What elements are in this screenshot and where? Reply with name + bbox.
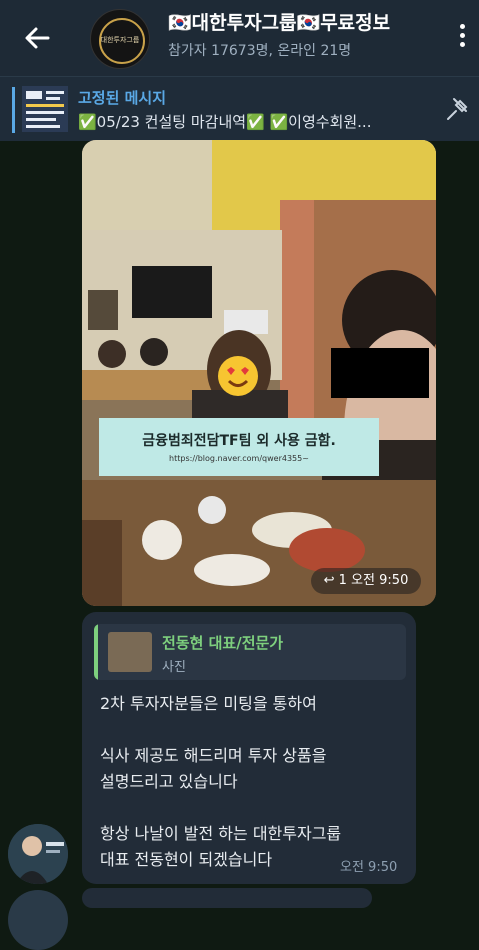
group-title[interactable]: 🇰🇷대한투자그룹🇰🇷무료정보: [168, 8, 430, 35]
message-line: 2차 투자자분들은 미팅을 통하여: [100, 694, 317, 713]
next-sender-avatar[interactable]: [8, 890, 68, 950]
reply-count: ↩ 1: [323, 573, 347, 588]
photo-time: 오전 9:50: [351, 573, 409, 588]
photo-message[interactable]: 금융범죄전담TF팀 외 사용 금함. https://blog.naver.co…: [82, 140, 436, 606]
pin-off-icon: [447, 98, 468, 120]
next-message[interactable]: [82, 888, 372, 908]
chat-header: 대한투자그룹 🇰🇷대한투자그룹🇰🇷무료정보 참가자 17673명, 온라인 21…: [0, 0, 479, 76]
reply-sender: 전동현 대표/전문가: [162, 634, 284, 652]
more-vertical-icon: [459, 24, 465, 29]
message-line: 대표 전동현이 되겠습니다: [100, 850, 273, 869]
arrow-left-icon: [25, 27, 50, 49]
back-button[interactable]: [18, 20, 58, 56]
reply-thumbnail: [108, 632, 152, 672]
reply-quote[interactable]: 전동현 대표/전문가 사진: [94, 624, 406, 680]
message-time: 오전 9:50: [340, 860, 398, 875]
text-message[interactable]: 전동현 대표/전문가 사진 2차 투자자분들은 미팅을 통하여 식사 제공도 해…: [82, 612, 416, 884]
pinned-thumbnail: [22, 86, 68, 132]
pinned-message-bar[interactable]: 고정된 메시지 ✅05/23 컨설팅 마감내역✅ ✅이영수회원...: [0, 76, 479, 141]
message-line: 설명드리고 있습니다: [100, 772, 238, 791]
reply-indicator: [94, 624, 98, 680]
sender-avatar[interactable]: [8, 824, 68, 884]
watermark-banner: 금융범죄전담TF팀 외 사용 금함. https://blog.naver.co…: [99, 418, 379, 476]
message-line: 식사 제공도 해드리며 투자 상품을: [100, 746, 327, 765]
avatar-text: 대한투자그룹: [100, 36, 140, 44]
pinned-text: ✅05/23 컨설팅 마감내역✅ ✅이영수회원...: [78, 113, 372, 131]
pinned-label: 고정된 메시지: [78, 89, 167, 107]
watermark-title: 금융범죄전담TF팀 외 사용 금함.: [142, 433, 336, 449]
emoji-face-mask: [218, 356, 258, 396]
pinned-indicator: [12, 87, 15, 133]
unpin-button[interactable]: [444, 95, 472, 123]
watermark-url: https://blog.naver.com/qwer4355~: [169, 454, 309, 463]
more-menu-button[interactable]: [452, 24, 472, 52]
reply-type: 사진: [162, 660, 186, 675]
message-line: 항상 나날이 발전 하는 대한투자그룹: [100, 824, 342, 843]
censor-bar: [331, 348, 429, 398]
group-avatar[interactable]: 대한투자그룹: [90, 9, 150, 69]
photo-meta[interactable]: ↩ 1 오전 9:50: [311, 568, 421, 594]
group-subtitle: 참가자 17673명, 온라인 21명: [168, 43, 352, 59]
